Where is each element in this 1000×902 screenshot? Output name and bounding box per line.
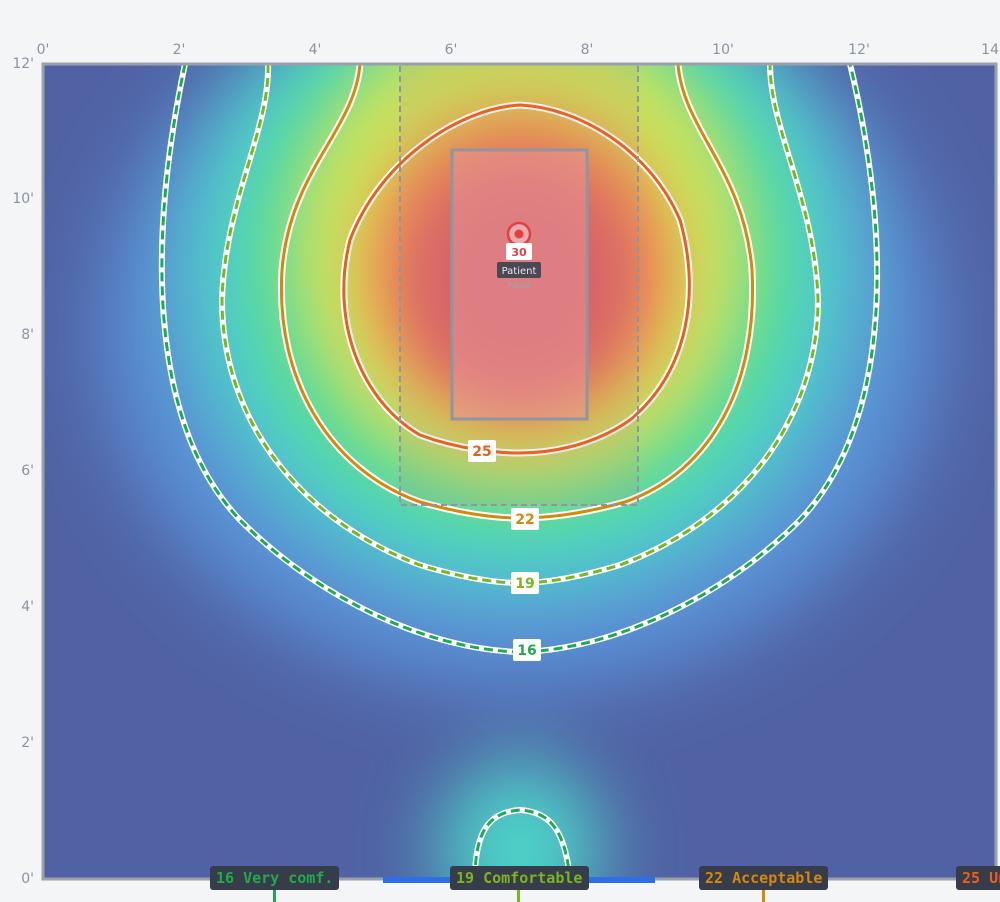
contour-value-label: 25: [472, 444, 491, 460]
legend-item-19[interactable]: 19 Comfortable: [450, 866, 589, 890]
contour-label-19: 19: [511, 572, 539, 594]
y-tick-label: 0': [21, 871, 34, 887]
x-tick-label: 10': [712, 42, 734, 58]
x-tick-label: 6': [445, 42, 458, 58]
x-tick-label: 0': [37, 42, 50, 58]
legend-item-22[interactable]: 22 Acceptable: [699, 866, 828, 890]
legend-item-25[interactable]: 25 Uncomfortable: [956, 866, 1000, 890]
y-tick-label: 10': [12, 191, 34, 207]
legend-label: 22 Acceptable: [705, 869, 822, 887]
legend-label: 16 Very comf.: [216, 869, 333, 887]
patient-label: Patient: [502, 266, 537, 277]
x-tick-label: 8': [581, 42, 594, 58]
x-tick-label: 4': [309, 42, 322, 58]
contour-value-label: 16: [517, 643, 536, 659]
y-tick-label: 2': [21, 735, 34, 751]
legend-label: 19 Comfortable: [456, 869, 582, 887]
contour-label-25: 25: [468, 440, 496, 462]
contour-label-16: 16: [513, 639, 541, 661]
patient-sublabel: head: [508, 281, 530, 291]
contour-value-label: 19: [515, 576, 534, 592]
x-tick-label: 12': [848, 42, 870, 58]
legend-item-16[interactable]: 16 Very comf.: [210, 866, 339, 890]
x-tick-label: 14': [981, 42, 1000, 58]
legend-label: 25 Uncomfortable: [962, 869, 1000, 887]
contour-label-22: 22: [511, 508, 539, 530]
y-tick-label: 8': [21, 327, 34, 343]
source-value: 30: [511, 246, 527, 259]
contour-value-label: 22: [515, 512, 534, 528]
x-axis-tick-labels: 0' 2' 4' 6' 8' 10' 12' 14': [37, 42, 1000, 58]
heatmap-plot: 0' 2' 4' 6' 8' 10' 12' 14' 0' 2' 4' 6' 8…: [12, 42, 1000, 902]
y-axis-tick-labels: 0' 2' 4' 6' 8' 10' 12': [12, 56, 34, 887]
y-tick-label: 6': [21, 463, 34, 479]
y-tick-label: 4': [21, 599, 34, 615]
x-tick-label: 2': [173, 42, 186, 58]
target-center-icon: [514, 229, 524, 239]
heatmap-stage: 0' 2' 4' 6' 8' 10' 12' 14' 0' 2' 4' 6' 8…: [0, 0, 1000, 902]
y-tick-label: 12': [12, 56, 34, 72]
